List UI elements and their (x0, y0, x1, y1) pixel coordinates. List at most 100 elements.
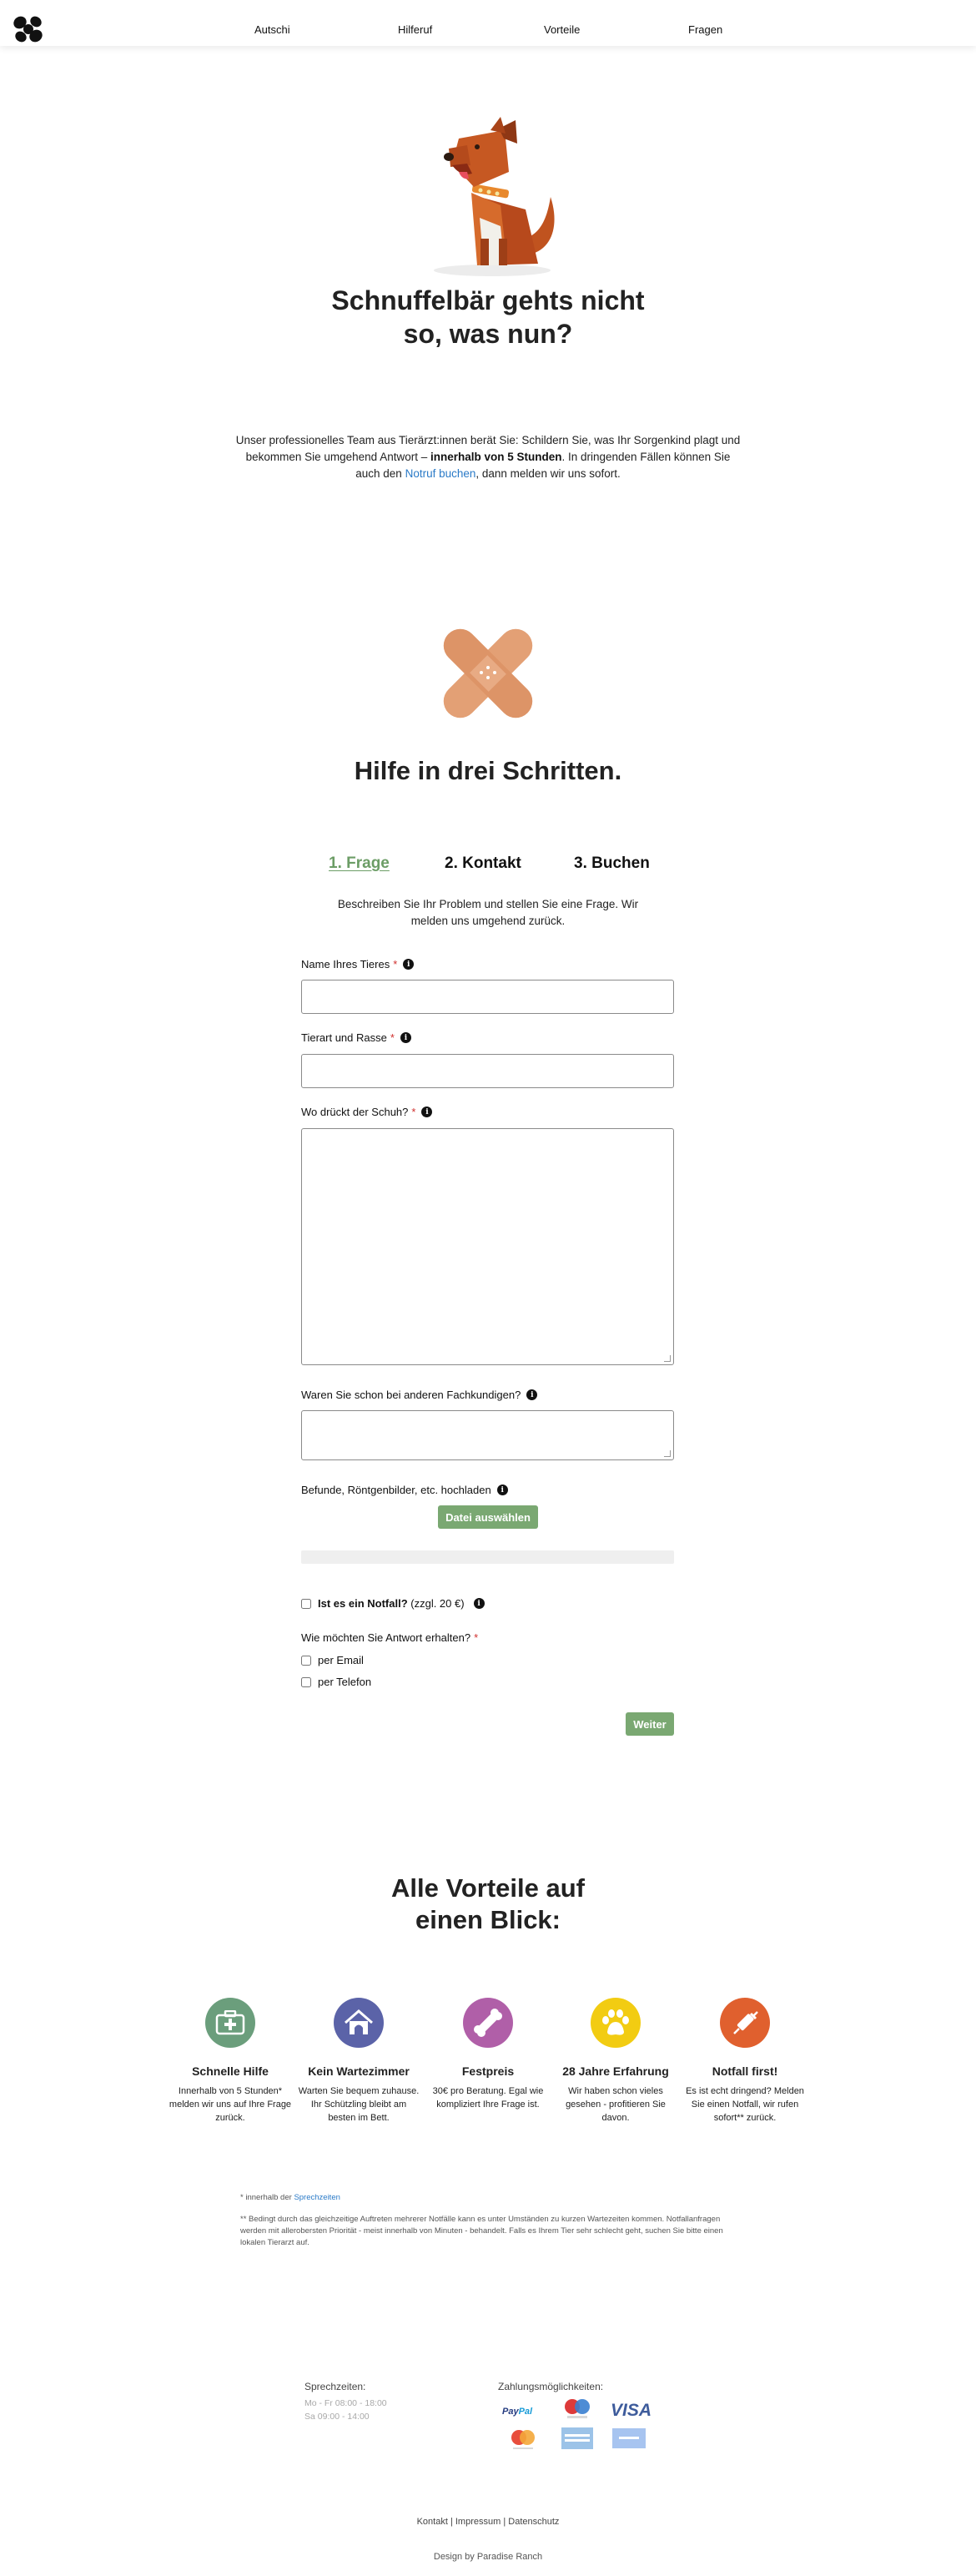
footer-link-impressum[interactable]: Impressum (455, 2517, 501, 2527)
nav-link-autschi[interactable]: Autschi (254, 23, 290, 36)
advantage-title: 28 Jahre Erfahrung (562, 2064, 669, 2078)
footnote-2: ** Bedingt durch das gleichzeitige Auftr… (240, 2215, 723, 2247)
footer-link-kontakt[interactable]: Kontakt (417, 2517, 448, 2527)
nav-link-hilferuf[interactable]: Hilferuf (398, 23, 432, 36)
other-vets-label-text: Waren Sie schon bei anderen Fachkundigen… (301, 1389, 521, 1401)
hero-title: Schnuffelbär gehts nicht so, was nun? (279, 284, 697, 350)
hero-title-line1: Schnuffelbär gehts nicht (331, 285, 645, 315)
advantage-item: Kein Wartezimmer Warten Sie bequem zuhau… (296, 1998, 421, 2125)
advantage-title: Notfall first! (712, 2064, 778, 2078)
advantage-desc: Es ist echt dringend? Melden Sie einen N… (686, 2086, 804, 2123)
required-mark: * (393, 958, 398, 970)
resize-handle-icon[interactable] (664, 1355, 671, 1362)
pet-name-input[interactable] (301, 980, 674, 1014)
steps-title: Hilfe in drei Schritten. (354, 756, 622, 785)
next-button[interactable]: Weiter (626, 1712, 674, 1736)
info-icon[interactable]: i (473, 1598, 485, 1609)
advantages-title: Alle Vorteile auf einen Blick: (321, 1873, 655, 1936)
hours-line: Sa 09:00 - 14:00 (304, 2412, 370, 2422)
page: Autschi Hilferuf Vorteile Fragen Schnuff… (0, 0, 976, 2576)
other-vets-textarea[interactable] (301, 1410, 674, 1460)
intro-text-3: , dann melden wir uns sofort. (475, 467, 621, 480)
emergency-label-bold: Ist es ein Notfall? (318, 1597, 408, 1610)
tab-kontakt[interactable]: 2. Kontakt (445, 854, 521, 873)
footnote-1-text: * innerhalb der (240, 2193, 294, 2202)
advantage-item: Festpreis 30€ pro Beratung. Egal wie kom… (425, 1998, 551, 2111)
intro-paragraph: Unser professionelles Team aus Tierärzt:… (234, 432, 742, 482)
pet-name-label: Name Ihres Tieres * i (301, 958, 415, 970)
mastercard-icon (511, 2430, 535, 2449)
svg-text:VISA: VISA (611, 2401, 652, 2420)
hours-block: Mo - Fr 08:00 - 18:00 Sa 09:00 - 14:00 (304, 2397, 387, 2423)
nav-link-fragen[interactable]: Fragen (688, 23, 722, 36)
emergency-extra: (zzgl. 20 €) (410, 1597, 465, 1610)
advantage-item: Notfall first! Es ist echt dringend? Mel… (682, 1998, 807, 2125)
step-description: Beschreiben Sie Ihr Problem und stellen … (337, 898, 639, 927)
info-icon[interactable]: i (496, 1485, 508, 1495)
info-icon[interactable]: i (403, 959, 415, 970)
visa-icon: VISA (611, 2401, 652, 2420)
info-icon[interactable]: i (400, 1032, 411, 1043)
reply-phone-label: per Telefon (318, 1676, 372, 1688)
paypal-icon: PayPal (502, 2407, 533, 2417)
vorkasse-icon (612, 2428, 646, 2448)
payment-title: Zahlungsmöglichkeiten: (498, 2381, 604, 2392)
syringe-icon (720, 1998, 770, 2048)
upload-label-text: Befunde, Röntgenbilder, etc. hochladen (301, 1484, 491, 1496)
problem-label: Wo drückt der Schuh? * i (301, 1106, 433, 1118)
problem-label-text: Wo drückt der Schuh? (301, 1106, 409, 1118)
tab-frage[interactable]: 1. Frage (329, 854, 390, 873)
emergency-row: Ist es ein Notfall? (zzgl. 20 €) i (301, 1597, 485, 1610)
advantage-item: 28 Jahre Erfahrung Wir haben schon viele… (553, 1998, 678, 2125)
species-label-text: Tierart und Rasse (301, 1031, 387, 1044)
reply-phone-checkbox[interactable] (301, 1676, 311, 1687)
advantages-title-line2: einen Blick: (415, 1905, 561, 1934)
reply-email-label: per Email (318, 1654, 364, 1666)
top-navigation: Autschi Hilferuf Vorteile Fragen (0, 0, 976, 46)
file-select-button[interactable]: Datei auswählen (438, 1505, 538, 1529)
footer-separator: | (450, 2517, 453, 2527)
notruf-link[interactable]: Notruf buchen (405, 467, 476, 480)
advantage-desc: 30€ pro Beratung. Egal wie kompliziert I… (432, 2086, 544, 2110)
species-input[interactable] (301, 1054, 674, 1088)
advantages-title-line1: Alle Vorteile auf (391, 1873, 585, 1903)
hours-title: Sprechzeiten: (304, 2381, 366, 2392)
first-aid-kit-icon (205, 1998, 255, 2048)
advantage-desc: Warten Sie bequem zuhause. Ihr Schützlin… (298, 2086, 420, 2123)
bandaid-icon (443, 628, 533, 718)
hours-line: Mo - Fr 08:00 - 18:00 (304, 2398, 387, 2408)
dog-house-icon (334, 1998, 384, 2048)
paw-cross-logo-icon[interactable] (12, 14, 45, 44)
sprechzeiten-link[interactable]: Sprechzeiten (294, 2193, 340, 2202)
upload-label: Befunde, Röntgenbilder, etc. hochladen i (301, 1484, 508, 1496)
resize-handle-icon[interactable] (664, 1450, 671, 1457)
svg-text:PayPal: PayPal (502, 2407, 533, 2417)
footnote-1: * innerhalb der Sprechzeiten (240, 2192, 732, 2204)
tab-buchen[interactable]: 3. Buchen (574, 854, 650, 873)
species-label: Tierart und Rasse * i (301, 1031, 411, 1044)
footer-link-datenschutz[interactable]: Datenschutz (508, 2517, 559, 2527)
hero-title-line2: so, was nun? (403, 319, 573, 349)
info-icon[interactable]: i (526, 1389, 538, 1400)
advantage-desc: Innerhalb von 5 Stunden* melden wir uns … (169, 2086, 292, 2123)
other-vets-label: Waren Sie schon bei anderen Fachkundigen… (301, 1389, 538, 1401)
reply-question-text: Wie möchten Sie Antwort erhalten? (301, 1631, 471, 1644)
info-icon[interactable]: i (421, 1107, 433, 1117)
maestro-icon (565, 2399, 590, 2418)
upload-progress-bar (301, 1550, 674, 1564)
emergency-checkbox[interactable] (301, 1598, 311, 1609)
nav-link-vorteile[interactable]: Vorteile (544, 23, 580, 36)
advantage-title: Festpreis (461, 2064, 515, 2078)
advantage-item: Schnelle Hilfe Innerhalb von 5 Stunden* … (168, 1998, 293, 2125)
pet-name-label-text: Name Ihres Tieres (301, 958, 390, 970)
required-mark: * (474, 1631, 479, 1644)
reply-phone-row: per Telefon (301, 1676, 371, 1688)
reply-email-checkbox[interactable] (301, 1655, 311, 1666)
required-mark: * (411, 1106, 416, 1118)
bone-icon (463, 1998, 513, 2048)
problem-textarea[interactable] (301, 1128, 674, 1365)
footer-links: Kontakt | Impressum | Datenschutz (363, 2517, 613, 2527)
design-credit: Design by Paradise Ranch (433, 2552, 543, 2562)
reply-email-row: per Email (301, 1654, 364, 1666)
intro-bold: innerhalb von 5 Stunden (430, 451, 562, 463)
